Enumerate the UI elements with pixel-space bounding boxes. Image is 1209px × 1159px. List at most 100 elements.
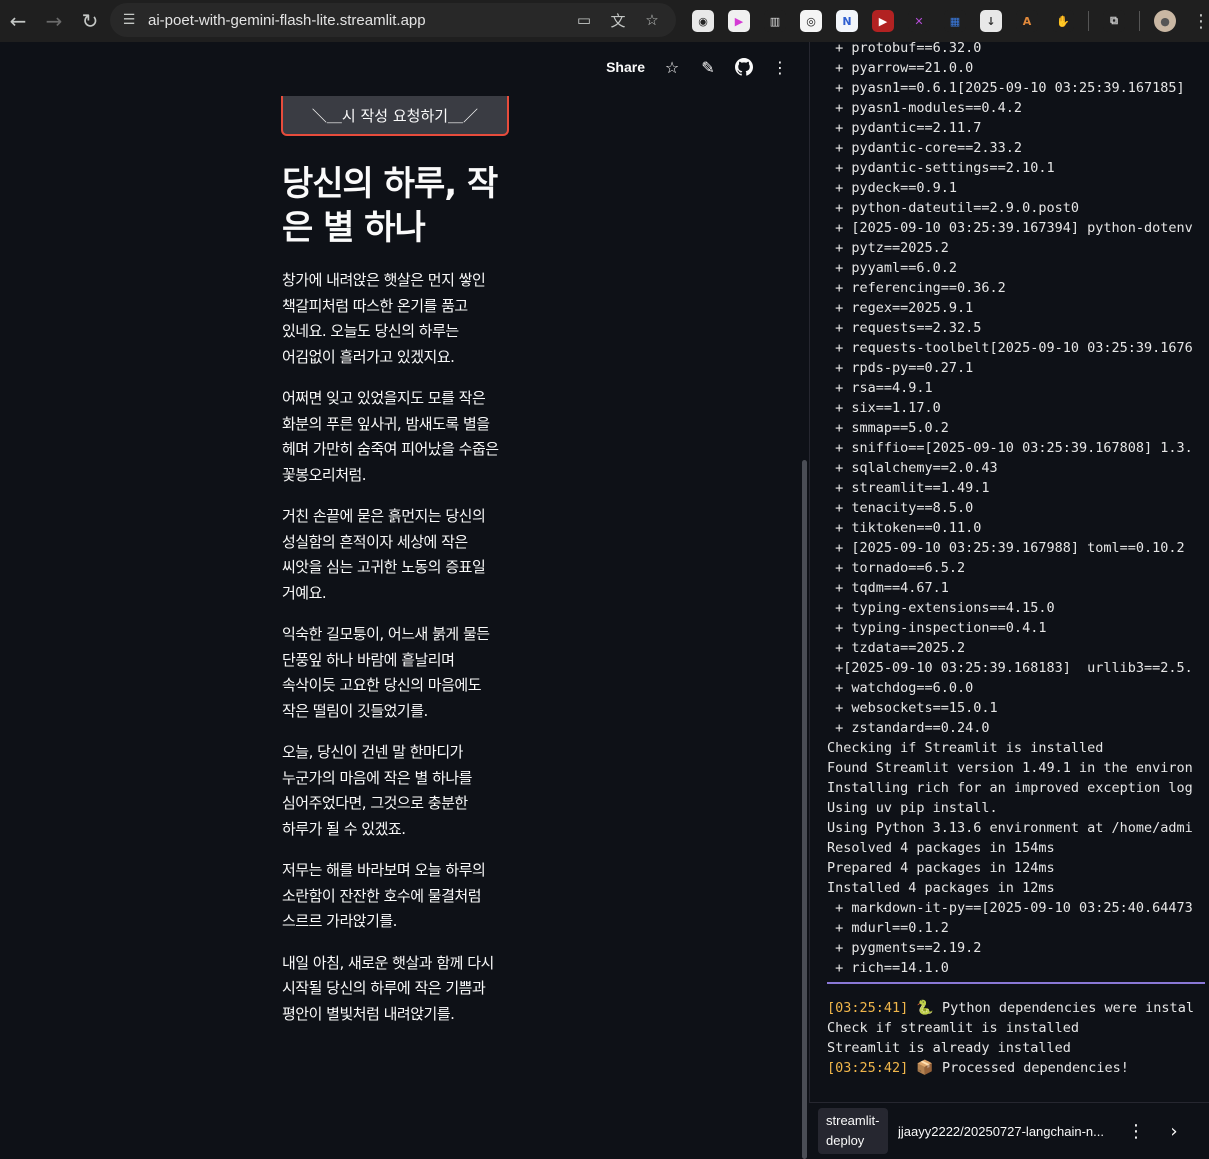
toolbar-separator: [1139, 11, 1140, 31]
log-line: Installed 4 packages in 12ms: [827, 880, 1055, 896]
back-icon[interactable]: ←: [0, 3, 36, 39]
streamlit-deploy-chip[interactable]: streamlit-deploy: [818, 1108, 888, 1154]
log-line: + requests==2.32.5: [827, 320, 982, 336]
log-line: + markdown-it-py==[2025-09-10 03:25:40.6…: [827, 900, 1193, 916]
log-timestamp: [03:25:42]: [827, 1060, 909, 1076]
log-line: + python-dateutil==2.9.0.post0: [827, 200, 1079, 216]
browser-menu-icon[interactable]: ⋮: [1186, 6, 1209, 36]
log-line: Resolved 4 packages in 154ms: [827, 840, 1055, 856]
log-line: + zstandard==0.24.0: [827, 720, 990, 736]
edit-pencil-icon[interactable]: ✎: [699, 58, 717, 77]
puzzle-extension-icon-glyph: ⧉: [1103, 10, 1125, 32]
log-line: + rich==14.1.0: [827, 960, 949, 976]
request-poem-label: ＼＿시 작성 요청하기＿／: [311, 106, 479, 125]
hands-extension-icon-glyph: ✋: [1052, 10, 1074, 32]
star-icon[interactable]: ☆: [663, 58, 681, 77]
log-line: + typing-extensions==4.15.0: [827, 600, 1055, 616]
a-extension-icon-glyph: A: [1016, 10, 1038, 32]
log-line: + sniffio==[2025-09-10 03:25:39.167808] …: [827, 440, 1193, 456]
browser-toolbar: ← → ↻ ☰ ai-poet-with-gemini-flash-lite.s…: [0, 0, 1209, 42]
share-button[interactable]: Share: [606, 59, 645, 75]
red-box-extension-icon-glyph: ▶: [872, 10, 894, 32]
log-timestamp: [03:25:41]: [827, 1000, 909, 1016]
a-extension-icon[interactable]: A: [1012, 6, 1042, 36]
site-info-icon[interactable]: ☰: [118, 9, 140, 31]
log-line: + tqdm==4.67.1: [827, 580, 949, 596]
log-line: + watchdog==6.0.0: [827, 680, 974, 696]
log-line: + smmap==5.0.2: [827, 420, 949, 436]
translate-icon[interactable]: 文: [608, 10, 628, 30]
log-line: + pyasn1-modules==0.4.2: [827, 100, 1023, 116]
log-line: + [2025-09-10 03:25:39.167394] python-do…: [827, 220, 1193, 236]
log-line: + pyasn1==0.6.1[2025-09-10 03:25:39.1671…: [827, 80, 1185, 96]
log-line: Streamlit is already installed: [827, 1038, 1209, 1058]
more-vertical-icon[interactable]: ⋮: [1124, 1119, 1148, 1143]
log-line: + six==1.17.0: [827, 400, 941, 416]
log-line: + referencing==0.36.2: [827, 280, 1006, 296]
log-line: + mdurl==0.1.2: [827, 920, 949, 936]
gift-extension-icon-glyph: ▥: [764, 10, 786, 32]
log-line: + pygments==2.19.2: [827, 940, 982, 956]
poem-stanza: 오늘, 당신이 건넨 말 한마디가 누군가의 마음에 작은 별 하나를 심어주었…: [282, 743, 472, 838]
log-line: + rpds-py==0.27.1: [827, 360, 974, 376]
profile-avatar[interactable]: ●: [1150, 6, 1180, 36]
log-line: + pydantic-settings==2.10.1: [827, 160, 1055, 176]
log-line: + pytz==2025.2: [827, 240, 949, 256]
github-icon[interactable]: [735, 58, 753, 76]
streamlit-app: Share ☆ ✎ ⋮ ＼＿시 작성 요청하기＿／ 당신의 하루, 작은 별 하…: [0, 42, 809, 1159]
reload-icon[interactable]: ↻: [72, 3, 108, 39]
chevron-right-icon[interactable]: ›: [1162, 1119, 1186, 1143]
log-line: + pyyaml==6.0.2: [827, 260, 958, 276]
forward-icon[interactable]: →: [36, 3, 72, 39]
poem-stanza: 거친 손끝에 묻은 흙먼지는 당신의 성실함의 흔적이자 세상에 작은 씨앗을 …: [282, 507, 486, 602]
log-line: + pyarrow==21.0.0: [827, 60, 974, 76]
n-extension-icon-glyph: N: [836, 10, 858, 32]
poem-title: 당신의 하루, 작은 별 하나: [282, 164, 498, 248]
log-line: + tiktoken==0.11.0: [827, 520, 982, 536]
request-poem-button[interactable]: ＼＿시 작성 요청하기＿／: [281, 96, 509, 136]
log-emoji: 📦: [916, 1060, 934, 1076]
log-divider: [827, 982, 1205, 984]
play-extension-icon[interactable]: ▶: [724, 6, 754, 36]
n-extension-icon[interactable]: N: [832, 6, 862, 36]
log-line: Installing rich for an improved exceptio…: [827, 780, 1193, 796]
grid-extension-icon-glyph: ▦: [944, 10, 966, 32]
address-bar[interactable]: ☰ ai-poet-with-gemini-flash-lite.streaml…: [110, 3, 676, 37]
log-line: + tenacity==8.5.0: [827, 500, 974, 516]
log-message: Check if streamlit is installed: [827, 1020, 1079, 1036]
cast-icon[interactable]: ▭: [574, 10, 594, 30]
app-scrollbar[interactable]: [802, 460, 807, 1159]
log-line: + sqlalchemy==2.0.43: [827, 460, 998, 476]
poem-body: 창가에 내려앉은 햇살은 먼지 쌓인 책갈피처럼 따스한 온기를 품고 있네요.…: [282, 268, 510, 1043]
manage-app-footer: streamlit-deploy jjaayy2222/20250727-lan…: [809, 1102, 1209, 1159]
x-extension-icon[interactable]: ✕: [904, 6, 934, 36]
toolbar-separator: [1088, 11, 1089, 31]
log-line: + tzdata==2025.2: [827, 640, 966, 656]
camera-extension-icon[interactable]: ◎: [796, 6, 826, 36]
log-message: Processed dependencies!: [933, 1060, 1129, 1076]
log-line: + requests-toolbelt[2025-09-10 03:25:39.…: [827, 340, 1193, 356]
poem-stanza: 저무는 해를 바라보며 오늘 하루의 소란함이 잔잔한 호수에 물결처럼 스르르…: [282, 861, 486, 930]
grid-extension-icon[interactable]: ▦: [940, 6, 970, 36]
gift-extension-icon[interactable]: ▥: [760, 6, 790, 36]
app-header: Share ☆ ✎ ⋮: [606, 58, 789, 77]
log-emoji: 🐍: [916, 1000, 934, 1016]
more-vertical-icon[interactable]: ⋮: [771, 58, 789, 77]
red-box-extension-icon[interactable]: ▶: [868, 6, 898, 36]
x-extension-icon-glyph: ✕: [908, 10, 930, 32]
log-line: Found Streamlit version 1.49.1 in the en…: [827, 760, 1193, 776]
owl-extension-icon[interactable]: ◉: [688, 6, 718, 36]
log-line: + regex==2025.9.1: [827, 300, 974, 316]
puzzle-extension-icon[interactable]: ⧉: [1099, 6, 1129, 36]
log-line: + streamlit==1.49.1: [827, 480, 990, 496]
log-line: +[2025-09-10 03:25:39.168183] urllib3==2…: [827, 660, 1193, 676]
log-line: + pydantic-core==2.33.2: [827, 140, 1023, 156]
repo-label[interactable]: jjaayy2222/20250727-langchain-n...: [898, 1124, 1118, 1139]
log-line: + websockets==15.0.1: [827, 700, 998, 716]
log-line: + pydeck==0.9.1: [827, 180, 958, 196]
bookmark-star-icon[interactable]: ☆: [642, 10, 662, 30]
hands-extension-icon[interactable]: ✋: [1048, 6, 1078, 36]
download-extension-icon[interactable]: ↓: [976, 6, 1006, 36]
url-text[interactable]: ai-poet-with-gemini-flash-lite.streamlit…: [148, 12, 426, 29]
log-line: Using uv pip install.: [827, 800, 998, 816]
